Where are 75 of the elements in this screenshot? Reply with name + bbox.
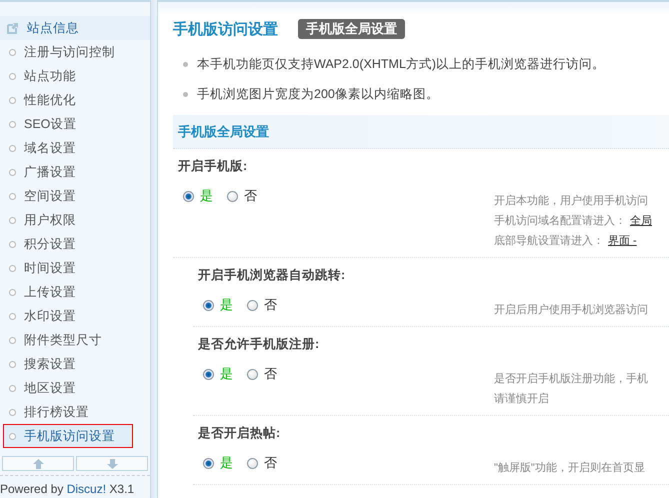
bullet-icon [9, 48, 16, 56]
setting-label: 是否开启热帖: [197, 425, 282, 442]
radio-option[interactable]: 否 [227, 187, 257, 205]
scroll-up-button[interactable] [2, 456, 74, 471]
external-link-icon [7, 22, 19, 34]
radio-button[interactable] [203, 300, 214, 310]
bullet-icon [9, 72, 16, 80]
setting-label: 开启手机版: [177, 158, 248, 175]
bullet-icon [9, 312, 16, 320]
sidebar-item[interactable]: 排行榜设置 [0, 400, 150, 424]
description-text: 手机访问域名配置请进入： [494, 215, 626, 227]
radio-option[interactable]: 否 [247, 365, 277, 383]
sidebar-item[interactable]: SEO设置 [0, 112, 150, 136]
sidebar-item[interactable]: 用户权限 [0, 208, 150, 232]
sidebar-item[interactable]: 站点信息 [0, 16, 150, 40]
page-title: 手机版访问设置 [173, 20, 278, 38]
sidebar-item[interactable]: 站点功能 [0, 64, 150, 88]
radio-button[interactable] [203, 458, 214, 468]
sidebar-item[interactable]: 搜索设置 [0, 352, 150, 376]
radio-option[interactable]: 否 [247, 296, 277, 314]
radio-button[interactable] [183, 190, 194, 202]
sidebar-item[interactable]: 上传设置 [0, 280, 150, 304]
sidebar-item[interactable]: 广播设置 [0, 160, 150, 184]
radio-button[interactable] [227, 190, 238, 202]
version-text: X3.1 [109, 482, 134, 496]
sidebar-item[interactable]: 注册与访问控制 [0, 40, 150, 64]
sidebar-item[interactable]: 时间设置 [0, 256, 150, 280]
setting-label: 是否允许手机版注册: [197, 336, 320, 353]
bullet-icon [9, 288, 16, 296]
settings-link[interactable]: 全局 [630, 215, 652, 227]
note-text: 手机浏览图片宽度为200像素以内缩略图。 [197, 86, 439, 102]
sidebar-item[interactable]: 水印设置 [0, 304, 150, 328]
bullet-icon [183, 92, 188, 96]
description-text: 底部导航设置请进入： [494, 235, 604, 247]
sidebar-item[interactable]: 性能优化 [0, 88, 150, 112]
bullet-icon [9, 408, 16, 416]
radio-button[interactable] [203, 368, 214, 380]
sidebar-item[interactable]: 域名设置 [0, 136, 150, 160]
sidebar-item[interactable]: 地区设置 [0, 376, 150, 400]
sidebar-item[interactable]: 手机版访问设置 [3, 424, 133, 448]
discuz-link[interactable]: Discuz! [66, 482, 106, 496]
radio-option[interactable]: 否 [247, 454, 277, 472]
bullet-icon [9, 216, 16, 224]
radio-button[interactable] [247, 368, 258, 380]
up-arrow-icon [32, 458, 44, 468]
description-text: 开启后用户使用手机浏览器访问 [494, 304, 648, 316]
setting-label: 开启手机浏览器自动跳转: [197, 267, 346, 284]
description-text: 请谨慎开启 [494, 393, 549, 405]
bullet-icon [183, 62, 188, 66]
section-tab[interactable]: 手机版全局设置 [298, 19, 405, 39]
bullet-icon [9, 96, 16, 104]
down-arrow-icon [106, 458, 118, 468]
note-text: 本手机功能页仅支持WAP2.0(XHTML方式)以上的手机浏览器进行访问。 [197, 56, 606, 72]
sidebar-item[interactable]: 积分设置 [0, 232, 150, 256]
bullet-icon [9, 432, 16, 440]
bullet-icon [9, 336, 16, 344]
settings-link[interactable]: 界面 - [608, 235, 637, 247]
scroll-down-button[interactable] [76, 456, 148, 471]
bullet-icon [9, 264, 16, 272]
sidebar-item[interactable]: 空间设置 [0, 184, 150, 208]
radio-button[interactable] [247, 300, 258, 310]
bullet-icon [9, 384, 16, 392]
sidebar-item[interactable]: 附件类型尺寸 [0, 328, 150, 352]
bullet-icon [9, 240, 16, 248]
radio-button[interactable] [247, 458, 258, 468]
bullet-icon [9, 192, 16, 200]
bullet-icon [9, 120, 16, 128]
description-text: 开启本功能，用户使用手机访问 [494, 195, 648, 207]
description-text: "触屏版"功能，开启则在首页显 [494, 462, 645, 474]
bullet-icon [9, 360, 16, 368]
powered-by-text: Powered by [0, 482, 64, 496]
bullet-icon [9, 168, 16, 176]
section-header: 手机版全局设置 [173, 115, 669, 149]
description-text: 是否开启手机版注册功能，手机 [494, 373, 648, 385]
bullet-icon [9, 144, 16, 152]
